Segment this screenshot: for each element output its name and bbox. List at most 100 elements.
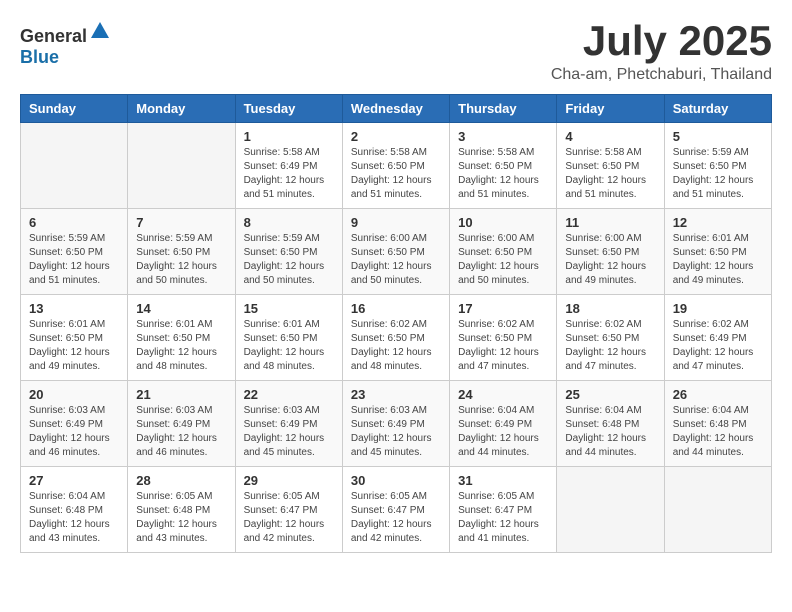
- calendar-cell: 17Sunrise: 6:02 AM Sunset: 6:50 PM Dayli…: [450, 295, 557, 381]
- calendar-cell: 12 Sunrise: 6:01 AM Sunset: 6:50 PM Dayli…: [664, 209, 771, 295]
- calendar-cell: 4 Sunrise: 5:58 AM Sunset: 6:50 PM Daylig…: [557, 123, 664, 209]
- day-number: 5: [673, 129, 763, 144]
- day-number: 31: [458, 473, 548, 488]
- calendar-cell: 3 Sunrise: 5:58 AM Sunset: 6:50 PM Daylig…: [450, 123, 557, 209]
- day-number: 18: [565, 301, 655, 316]
- weekday-header-saturday: Saturday: [664, 95, 771, 123]
- day-number: 1: [244, 129, 334, 144]
- calendar-cell: 21 Sunrise: 6:03 AM Sunset: 6:49 PM Dayli…: [128, 381, 235, 467]
- calendar-cell: [664, 467, 771, 553]
- day-number: 21: [136, 387, 226, 402]
- day-info: Sunrise: 5:59 AM Sunset: 6:50 PM Dayligh…: [136, 232, 226, 288]
- day-info: Sunrise: 6:01 AM Sunset: 6:50 PM Dayligh…: [136, 318, 226, 374]
- weekday-header-friday: Friday: [557, 95, 664, 123]
- calendar-cell: 7 Sunrise: 5:59 AM Sunset: 6:50 PM Daylig…: [128, 209, 235, 295]
- day-info: Sunrise: 5:59 AM Sunset: 6:50 PM Dayligh…: [29, 232, 119, 288]
- day-number: 7: [136, 215, 226, 230]
- day-number: 3: [458, 129, 548, 144]
- day-info: Sunrise: 6:05 AM Sunset: 6:47 PM Dayligh…: [458, 490, 548, 546]
- day-info: Sunrise: 6:04 AM Sunset: 6:48 PM Dayligh…: [29, 490, 119, 546]
- day-info: Sunrise: 6:03 AM Sunset: 6:49 PM Dayligh…: [136, 404, 226, 460]
- day-info: Sunrise: 6:02 AM Sunset: 6:50 PM Dayligh…: [458, 318, 548, 374]
- day-info: Sunrise: 6:01 AM Sunset: 6:50 PM Dayligh…: [29, 318, 119, 374]
- week-row-4: 20 Sunrise: 6:03 AM Sunset: 6:49 PM Dayli…: [21, 381, 772, 467]
- calendar-cell: 5Sunrise: 5:59 AM Sunset: 6:50 PM Daylig…: [664, 123, 771, 209]
- day-number: 6: [29, 215, 119, 230]
- day-number: 8: [244, 215, 334, 230]
- calendar-cell: 19 Sunrise: 6:02 AM Sunset: 6:49 PM Dayli…: [664, 295, 771, 381]
- calendar-cell: 13 Sunrise: 6:01 AM Sunset: 6:50 PM Dayli…: [21, 295, 128, 381]
- day-number: 11: [565, 215, 655, 230]
- calendar-cell: 31 Sunrise: 6:05 AM Sunset: 6:47 PM Dayli…: [450, 467, 557, 553]
- day-number: 2: [351, 129, 441, 144]
- calendar-cell: 10Sunrise: 6:00 AM Sunset: 6:50 PM Dayli…: [450, 209, 557, 295]
- day-number: 4: [565, 129, 655, 144]
- logo-icon: [89, 20, 111, 42]
- calendar-cell: 9Sunrise: 6:00 AM Sunset: 6:50 PM Daylig…: [342, 209, 449, 295]
- weekday-header-sunday: Sunday: [21, 95, 128, 123]
- day-info: Sunrise: 6:02 AM Sunset: 6:49 PM Dayligh…: [673, 318, 763, 374]
- week-row-3: 13 Sunrise: 6:01 AM Sunset: 6:50 PM Dayli…: [21, 295, 772, 381]
- calendar-cell: 11 Sunrise: 6:00 AM Sunset: 6:50 PM Dayli…: [557, 209, 664, 295]
- day-number: 19: [673, 301, 763, 316]
- day-info: Sunrise: 6:05 AM Sunset: 6:47 PM Dayligh…: [244, 490, 334, 546]
- calendar-cell: [21, 123, 128, 209]
- day-number: 14: [136, 301, 226, 316]
- calendar-cell: 30Sunrise: 6:05 AM Sunset: 6:47 PM Dayli…: [342, 467, 449, 553]
- weekday-header-thursday: Thursday: [450, 95, 557, 123]
- day-info: Sunrise: 5:58 AM Sunset: 6:50 PM Dayligh…: [458, 146, 548, 202]
- calendar-cell: 2 Sunrise: 5:58 AM Sunset: 6:50 PM Daylig…: [342, 123, 449, 209]
- day-number: 27: [29, 473, 119, 488]
- calendar-cell: 24 Sunrise: 6:04 AM Sunset: 6:49 PM Dayli…: [450, 381, 557, 467]
- day-info: Sunrise: 6:02 AM Sunset: 6:50 PM Dayligh…: [351, 318, 441, 374]
- month-title: July 2025: [551, 20, 772, 62]
- calendar-cell: 27 Sunrise: 6:04 AM Sunset: 6:48 PM Dayli…: [21, 467, 128, 553]
- calendar-cell: [128, 123, 235, 209]
- day-number: 10: [458, 215, 548, 230]
- day-number: 16: [351, 301, 441, 316]
- calendar-cell: 28 Sunrise: 6:05 AM Sunset: 6:48 PM Dayli…: [128, 467, 235, 553]
- page-header: General Blue July 2025 Cha-am, Phetchabu…: [20, 20, 772, 84]
- day-number: 12: [673, 215, 763, 230]
- calendar-cell: 6 Sunrise: 5:59 AM Sunset: 6:50 PM Daylig…: [21, 209, 128, 295]
- day-number: 20: [29, 387, 119, 402]
- calendar-cell: 15Sunrise: 6:01 AM Sunset: 6:50 PM Dayli…: [235, 295, 342, 381]
- day-number: 23: [351, 387, 441, 402]
- day-number: 26: [673, 387, 763, 402]
- day-info: Sunrise: 6:05 AM Sunset: 6:48 PM Dayligh…: [136, 490, 226, 546]
- calendar-cell: 25Sunrise: 6:04 AM Sunset: 6:48 PM Dayli…: [557, 381, 664, 467]
- day-number: 22: [244, 387, 334, 402]
- location-title: Cha-am, Phetchaburi, Thailand: [551, 66, 772, 84]
- day-info: Sunrise: 6:03 AM Sunset: 6:49 PM Dayligh…: [351, 404, 441, 460]
- day-info: Sunrise: 5:58 AM Sunset: 6:50 PM Dayligh…: [351, 146, 441, 202]
- weekday-header-wednesday: Wednesday: [342, 95, 449, 123]
- week-row-5: 27 Sunrise: 6:04 AM Sunset: 6:48 PM Dayli…: [21, 467, 772, 553]
- calendar-cell: 22Sunrise: 6:03 AM Sunset: 6:49 PM Dayli…: [235, 381, 342, 467]
- day-number: 13: [29, 301, 119, 316]
- calendar-cell: [557, 467, 664, 553]
- calendar-cell: 20Sunrise: 6:03 AM Sunset: 6:49 PM Dayli…: [21, 381, 128, 467]
- day-info: Sunrise: 6:01 AM Sunset: 6:50 PM Dayligh…: [673, 232, 763, 288]
- logo-general: General: [20, 26, 87, 46]
- weekday-header-row: SundayMondayTuesdayWednesdayThursdayFrid…: [21, 95, 772, 123]
- calendar-table: SundayMondayTuesdayWednesdayThursdayFrid…: [20, 94, 772, 553]
- weekday-header-monday: Monday: [128, 95, 235, 123]
- day-info: Sunrise: 6:00 AM Sunset: 6:50 PM Dayligh…: [565, 232, 655, 288]
- day-info: Sunrise: 5:58 AM Sunset: 6:49 PM Dayligh…: [244, 146, 334, 202]
- calendar-cell: 18Sunrise: 6:02 AM Sunset: 6:50 PM Dayli…: [557, 295, 664, 381]
- day-info: Sunrise: 5:59 AM Sunset: 6:50 PM Dayligh…: [244, 232, 334, 288]
- logo-blue: Blue: [20, 47, 59, 67]
- day-info: Sunrise: 6:04 AM Sunset: 6:49 PM Dayligh…: [458, 404, 548, 460]
- title-block: July 2025 Cha-am, Phetchaburi, Thailand: [551, 20, 772, 84]
- day-number: 28: [136, 473, 226, 488]
- day-number: 25: [565, 387, 655, 402]
- calendar-cell: 1 Sunrise: 5:58 AM Sunset: 6:49 PM Daylig…: [235, 123, 342, 209]
- week-row-2: 6 Sunrise: 5:59 AM Sunset: 6:50 PM Daylig…: [21, 209, 772, 295]
- weekday-header-tuesday: Tuesday: [235, 95, 342, 123]
- calendar-cell: 16 Sunrise: 6:02 AM Sunset: 6:50 PM Dayli…: [342, 295, 449, 381]
- calendar-cell: 23 Sunrise: 6:03 AM Sunset: 6:49 PM Dayli…: [342, 381, 449, 467]
- calendar-cell: 8 Sunrise: 5:59 AM Sunset: 6:50 PM Daylig…: [235, 209, 342, 295]
- day-info: Sunrise: 6:01 AM Sunset: 6:50 PM Dayligh…: [244, 318, 334, 374]
- day-info: Sunrise: 5:58 AM Sunset: 6:50 PM Dayligh…: [565, 146, 655, 202]
- day-number: 24: [458, 387, 548, 402]
